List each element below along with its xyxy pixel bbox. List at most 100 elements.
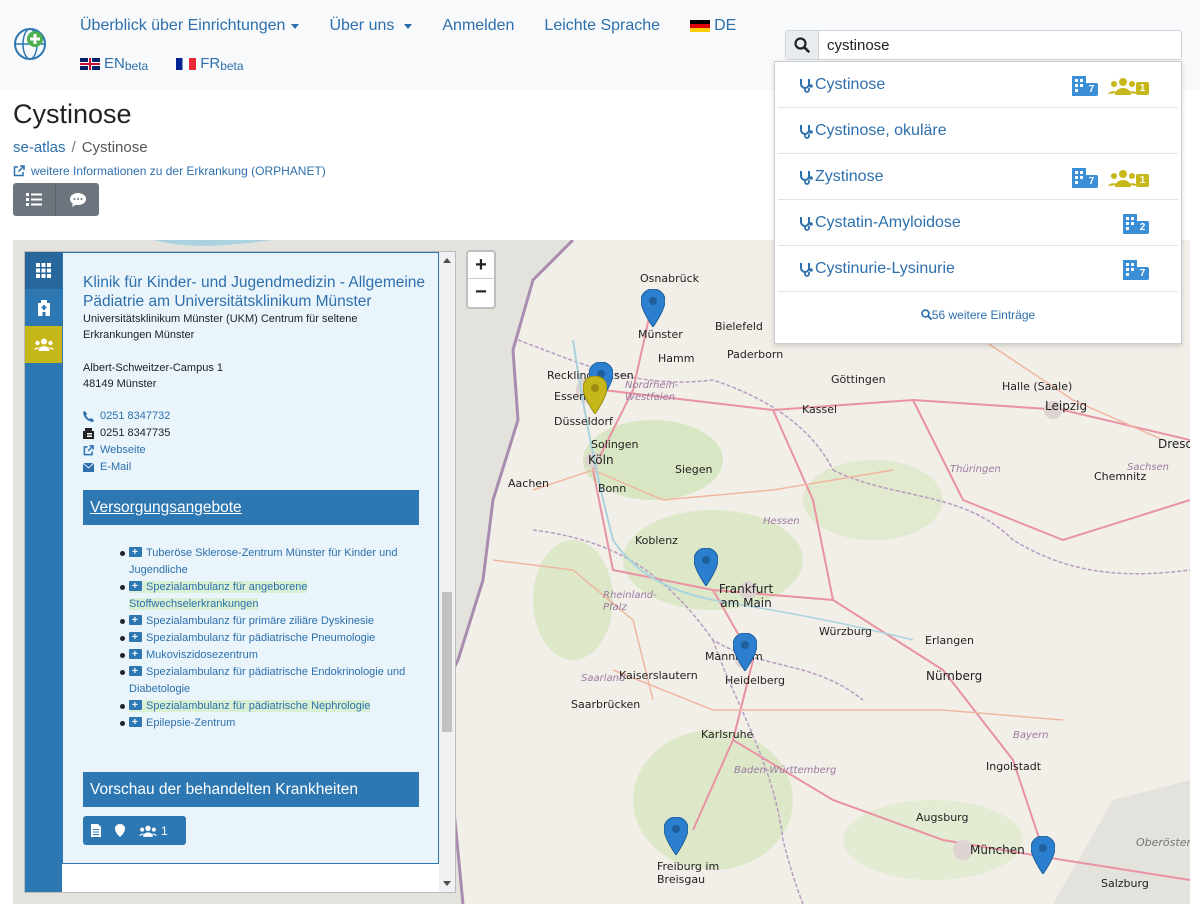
- offer-label: Spezialambulanz für primäre ziliäre Dysk…: [146, 615, 375, 627]
- city-label: Halle (Saale): [1002, 380, 1073, 393]
- scroll-thumb[interactable]: [442, 592, 452, 732]
- city-label: Salzburg: [1101, 877, 1149, 890]
- nav-lang-de[interactable]: DE: [690, 15, 736, 37]
- scroll-down-arrow-icon[interactable]: [443, 881, 451, 886]
- city-label: Leipzig: [1045, 399, 1088, 413]
- hospital-count-badge: 2: [1123, 214, 1149, 234]
- nav-easy-language[interactable]: Leichte Sprache: [544, 15, 660, 37]
- email-link[interactable]: E-Mail: [83, 459, 170, 476]
- phone-number: 0251 8347732: [100, 410, 171, 422]
- offer-item[interactable]: Epilepsie-Zentrum: [120, 714, 429, 732]
- se-atlas-logo-icon[interactable]: [13, 27, 47, 61]
- french-flag-icon: [176, 57, 197, 70]
- offer-item[interactable]: Spezialambulanz für primäre ziliäre Dysk…: [120, 612, 429, 630]
- city-label: Bielefeld: [715, 320, 763, 333]
- contact-info: 0251 8347732 0251 8347735 Webseite E-Mai…: [83, 408, 170, 476]
- lang-de-label: DE: [714, 17, 737, 34]
- orphanet-link[interactable]: weitere Informationen zu der Erkrankung …: [13, 164, 326, 178]
- map-pin-icon[interactable]: [115, 824, 125, 837]
- offer-item[interactable]: Tuberöse Sklerose-Zentrum Münster für Ki…: [120, 544, 429, 579]
- preview-diseases-button[interactable]: Vorschau der behandelten Krankheiten: [83, 772, 419, 807]
- city-label: München: [970, 843, 1025, 857]
- map-marker-group-icon[interactable]: [583, 376, 607, 414]
- document-icon[interactable]: [91, 824, 101, 837]
- region-label: Nordrhein-Westfalen: [625, 380, 679, 403]
- tab-institutions[interactable]: [25, 289, 62, 326]
- suggestion-badges: 2: [1123, 214, 1149, 234]
- region-label: Saarland: [581, 673, 626, 684]
- search-box: [785, 30, 1182, 60]
- map-marker-icon[interactable]: [733, 633, 757, 671]
- nav-lang-en[interactable]: EN beta: [80, 55, 148, 73]
- suggestion-cystinurie-lysinurie[interactable]: Cystinurie-Lysinurie 7: [778, 246, 1178, 292]
- nav-overview[interactable]: Überblick über Einrichtungen: [80, 15, 300, 37]
- hospital-icon: [1123, 260, 1137, 280]
- address-city: 48149 Münster: [83, 378, 157, 390]
- zoom-out-button[interactable]: −: [468, 279, 494, 306]
- more-results-label: 56 weitere Einträge: [931, 308, 1036, 322]
- search-input[interactable]: [819, 31, 1181, 59]
- tab-overview[interactable]: [25, 252, 62, 289]
- external-link-icon: [13, 165, 25, 177]
- nav-overview-label: Überblick über Einrichtungen: [80, 17, 286, 34]
- sidebar-scrollbar[interactable]: [439, 252, 455, 892]
- city-label: Siegen: [675, 463, 713, 476]
- list-view-button[interactable]: [13, 183, 56, 216]
- map-marker-icon[interactable]: [664, 817, 688, 855]
- suggestion-label: Cystinose: [815, 75, 886, 93]
- offer-item[interactable]: Spezialambulanz für pädiatrische Pneumol…: [120, 629, 429, 647]
- offers-section-button[interactable]: Versorgungsangebote: [83, 490, 419, 525]
- suggestion-badges: 7: [1123, 260, 1149, 280]
- region-label: Baden-Württemberg: [734, 765, 837, 776]
- breadcrumb-home-link[interactable]: se-atlas: [13, 139, 66, 156]
- offer-item[interactable]: Mukoviszidosezentrum: [120, 646, 429, 664]
- group-count-button[interactable]: 1: [139, 824, 168, 838]
- comments-button[interactable]: [56, 183, 99, 216]
- more-results-link[interactable]: 56 weitere Einträge: [775, 308, 1181, 322]
- suggestion-label: Cystinurie-Lysinurie: [815, 259, 955, 277]
- suggestion-cystinose-okulaere[interactable]: Cystinose, okuläre: [778, 108, 1178, 154]
- city-label: Augsburg: [916, 811, 969, 824]
- german-flag-icon: [690, 20, 711, 32]
- offer-item[interactable]: Spezialambulanz für pädiatrische Endokri…: [120, 663, 429, 698]
- institution-subtitle: Universitätsklinikum Münster (UKM) Centr…: [83, 313, 358, 341]
- region-label: Bayern: [1013, 730, 1049, 741]
- phone-row[interactable]: 0251 8347732: [83, 408, 170, 425]
- caret-down-icon: [291, 23, 300, 29]
- offer-item[interactable]: Spezialambulanz für angeborene Stoffwech…: [120, 578, 429, 613]
- nav-about[interactable]: Über uns: [329, 15, 413, 37]
- scroll-up-arrow-icon[interactable]: [443, 258, 451, 263]
- suggestion-cystinose[interactable]: Cystinose 7 1: [778, 62, 1178, 108]
- nav-lang-fr[interactable]: FR beta: [176, 55, 244, 73]
- city-label: Essen: [554, 390, 587, 403]
- city-label: Dresd: [1158, 437, 1190, 451]
- offer-label: Spezialambulanz für pädiatrische Nephrol…: [146, 700, 371, 712]
- grid-icon: [36, 263, 51, 278]
- group-count: 1: [1136, 82, 1149, 95]
- nav-about-label: Über uns: [329, 17, 395, 34]
- users-icon: [1108, 78, 1138, 95]
- city-label: Oberöster: [1136, 836, 1190, 849]
- website-link[interactable]: Webseite: [83, 442, 170, 459]
- suggestion-label: Cystinose, okuläre: [815, 121, 947, 139]
- breadcrumb-current: Cystinose: [81, 139, 148, 156]
- suggestion-cystatin-amyloidose[interactable]: Cystatin-Amyloidose 2: [778, 200, 1178, 246]
- group-count: 1: [1136, 174, 1149, 187]
- website-label: Webseite: [100, 444, 146, 456]
- users-icon: [1108, 170, 1138, 187]
- region-label: Thüringen: [950, 464, 1001, 475]
- city-label: Aachen: [508, 477, 550, 490]
- medical-icon: [129, 544, 142, 561]
- suggestion-zystinose[interactable]: Zystinose 7 1: [778, 154, 1178, 200]
- zoom-in-button[interactable]: +: [468, 252, 494, 279]
- stethoscope-icon: [800, 216, 813, 231]
- map-marker-icon[interactable]: [1031, 836, 1055, 874]
- offer-item[interactable]: Spezialambulanz für pädiatrische Nephrol…: [120, 697, 429, 715]
- nav-login[interactable]: Anmelden: [442, 15, 514, 37]
- city-label: Düsseldorf: [554, 415, 613, 428]
- tab-patient-groups[interactable]: [25, 326, 62, 363]
- map-marker-icon[interactable]: [641, 289, 665, 327]
- map-marker-icon[interactable]: [694, 548, 718, 586]
- institution-title[interactable]: Klinik für Kinder- und Jugendmedizin - A…: [83, 273, 428, 311]
- search-button[interactable]: [786, 31, 819, 59]
